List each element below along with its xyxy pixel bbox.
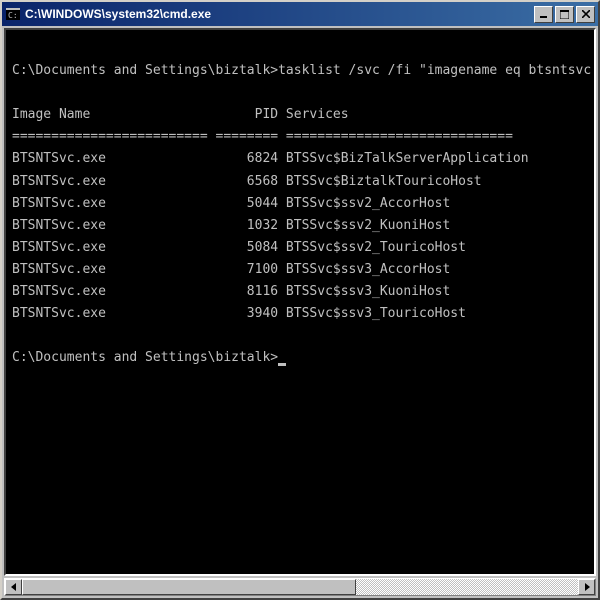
close-button[interactable] — [576, 6, 595, 23]
svg-text:C:: C: — [8, 11, 18, 20]
scroll-right-button[interactable] — [578, 579, 595, 595]
horizontal-scrollbar[interactable] — [4, 578, 596, 596]
cmd-window: C: C:\WINDOWS\system32\cmd.exe C:\Docume… — [0, 0, 600, 600]
client-area: C:\Documents and Settings\biztalk>taskli… — [2, 26, 598, 598]
window-controls — [534, 6, 595, 23]
console-output[interactable]: C:\Documents and Settings\biztalk>taskli… — [4, 28, 596, 576]
scroll-thumb[interactable] — [22, 579, 356, 595]
prompt-current: C:\Documents and Settings\biztalk> — [12, 350, 278, 365]
cmd-icon: C: — [5, 6, 21, 22]
cursor — [278, 363, 286, 366]
scroll-track[interactable] — [22, 579, 578, 595]
minimize-button[interactable] — [534, 6, 553, 23]
maximize-button[interactable] — [555, 6, 574, 23]
titlebar[interactable]: C: C:\WINDOWS\system32\cmd.exe — [2, 2, 598, 26]
scroll-left-button[interactable] — [5, 579, 22, 595]
window-title: C:\WINDOWS\system32\cmd.exe — [25, 7, 534, 21]
